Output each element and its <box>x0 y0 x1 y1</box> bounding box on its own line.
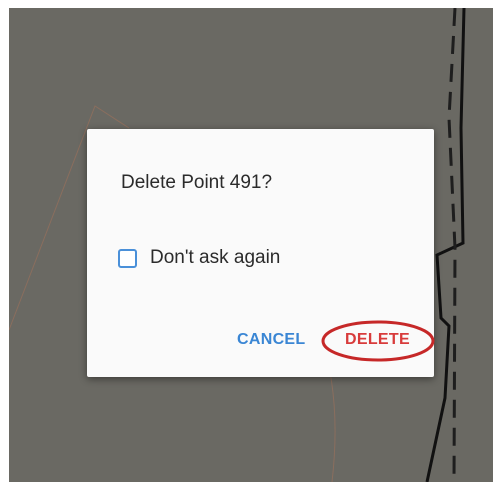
dont-ask-again-label[interactable]: Don't ask again <box>150 247 280 269</box>
cancel-button[interactable]: CANCEL <box>237 331 305 349</box>
map-track-dashed <box>447 8 457 482</box>
delete-button[interactable]: DELETE <box>345 331 410 349</box>
dont-ask-again-checkbox-row[interactable]: Don't ask again <box>118 244 280 272</box>
dont-ask-again-checkbox[interactable] <box>118 248 137 268</box>
delete-confirmation-dialog: Delete Point 491? Don't ask again CANCEL… <box>87 129 435 377</box>
screenshot-frame: Delete Point 491? Don't ask again CANCEL… <box>0 0 499 493</box>
dialog-title: Delete Point 491? <box>121 172 273 193</box>
